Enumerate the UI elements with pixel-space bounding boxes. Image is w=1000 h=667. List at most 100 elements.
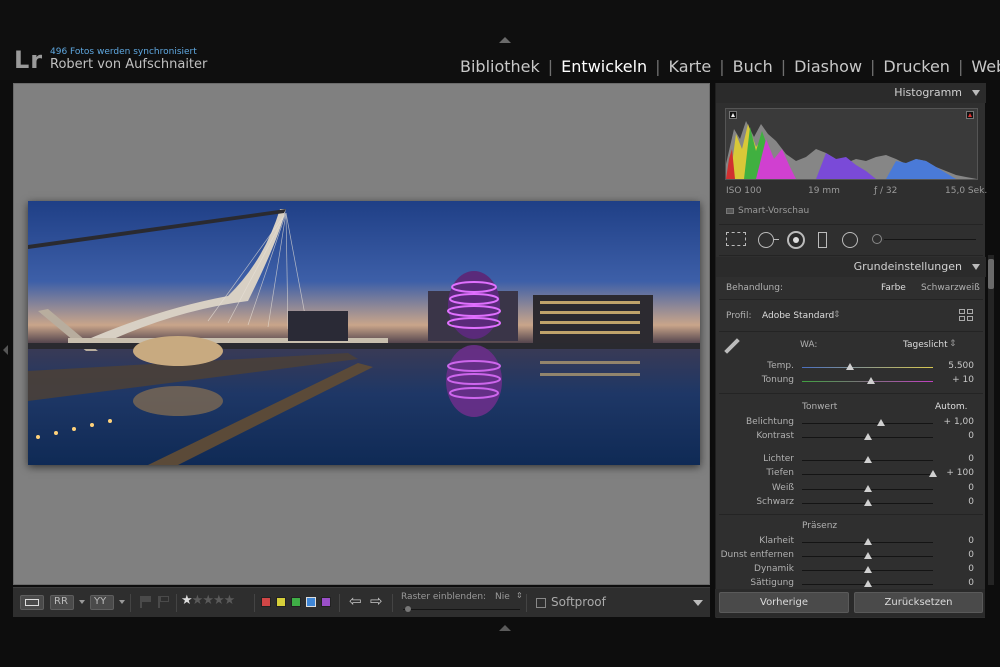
slider-thumb[interactable] xyxy=(863,433,872,440)
module-karte[interactable]: Karte xyxy=(664,57,717,76)
slider-row: Klarheit 0 xyxy=(716,536,986,548)
survey-view-button[interactable]: YY xyxy=(90,595,114,610)
module-entwickeln[interactable]: Entwickeln xyxy=(556,57,652,76)
image-canvas[interactable] xyxy=(13,83,710,585)
graduated-filter-icon[interactable] xyxy=(818,232,827,248)
profile-browser-icon[interactable] xyxy=(959,309,973,321)
slider-value[interactable]: + 10 xyxy=(952,375,974,385)
focal-length: 19 mm xyxy=(808,186,840,196)
slider-value[interactable]: 0 xyxy=(968,536,974,546)
chevron-down-icon[interactable] xyxy=(119,600,125,604)
arrow-left-icon[interactable]: ⇦ xyxy=(349,592,362,610)
histogram-header[interactable]: Histogramm xyxy=(716,83,986,103)
user-name: Robert von Aufschnaiter xyxy=(50,57,208,72)
slider-label: Lichter xyxy=(763,454,794,464)
collapse-triangle-icon[interactable] xyxy=(972,90,980,96)
white-balance-picker-icon[interactable] xyxy=(724,338,740,354)
slider-value[interactable]: 0 xyxy=(968,550,974,560)
slider-thumb[interactable] xyxy=(863,580,872,587)
slider-thumb[interactable] xyxy=(929,470,937,477)
slider-value[interactable]: 5.500 xyxy=(948,361,974,371)
slider-value[interactable]: 0 xyxy=(968,497,974,507)
photo-preview[interactable] xyxy=(28,201,700,465)
arrow-right-icon[interactable]: ⇨ xyxy=(370,592,383,610)
crop-tool-icon[interactable] xyxy=(726,232,746,246)
collapse-triangle-icon[interactable] xyxy=(972,264,980,270)
treatment-color-option[interactable]: Farbe xyxy=(881,283,906,293)
chevron-down-icon[interactable] xyxy=(79,600,85,604)
brush-size-track[interactable] xyxy=(884,239,976,240)
spot-removal-icon[interactable] xyxy=(758,232,774,248)
slider-thumb[interactable] xyxy=(863,456,872,463)
slider-thumb[interactable] xyxy=(863,566,872,573)
slider-thumb[interactable] xyxy=(863,538,872,545)
loupe-view-button[interactable] xyxy=(20,595,44,610)
flag-reject-icon[interactable] xyxy=(158,596,169,608)
auto-tone-button[interactable]: Autom. xyxy=(935,402,968,412)
profile-select[interactable]: Adobe Standard xyxy=(762,311,834,321)
module-separator: | xyxy=(780,56,787,76)
slider-thumb[interactable] xyxy=(863,499,872,506)
module-buch[interactable]: Buch xyxy=(728,57,778,76)
slider-track[interactable] xyxy=(802,423,933,424)
slider-thumb[interactable] xyxy=(846,363,855,370)
toolbar-divider xyxy=(130,594,131,612)
slider-track[interactable] xyxy=(802,474,933,475)
module-bibliothek[interactable]: Bibliothek xyxy=(455,57,545,76)
shadow-clipping-icon[interactable] xyxy=(729,111,737,119)
module-web[interactable]: Web xyxy=(966,57,1000,76)
slider-value[interactable]: + 1,00 xyxy=(944,417,974,427)
adjustment-brush-icon[interactable] xyxy=(872,234,882,244)
star-icon[interactable]: ★ xyxy=(213,593,225,608)
panel-scrollbar[interactable] xyxy=(988,255,994,585)
grid-overlay-select[interactable]: Nie xyxy=(495,592,510,602)
module-diashow[interactable]: Diashow xyxy=(789,57,867,76)
toolbar-options-icon[interactable] xyxy=(693,600,703,606)
before-after-button[interactable]: RR xyxy=(50,595,74,610)
slider-row: Lichter 0 xyxy=(716,454,986,466)
previous-button[interactable]: Vorherige xyxy=(719,592,849,613)
red-eye-icon[interactable] xyxy=(787,231,805,249)
slider-thumb[interactable] xyxy=(863,485,872,492)
collapse-left-panel-icon[interactable] xyxy=(3,345,8,355)
histogram[interactable] xyxy=(725,108,978,180)
radial-filter-icon[interactable] xyxy=(842,232,858,248)
slider-thumb[interactable] xyxy=(867,377,876,384)
module-separator: | xyxy=(719,56,725,76)
module-drucken[interactable]: Drucken xyxy=(878,57,955,76)
grid-opacity-track[interactable] xyxy=(403,609,520,610)
color-label-swatch[interactable] xyxy=(276,597,286,607)
flag-pick-icon[interactable] xyxy=(140,596,151,608)
color-label-swatch[interactable] xyxy=(261,597,271,607)
softproof-checkbox[interactable] xyxy=(536,598,546,608)
basic-header[interactable]: Grundeinstellungen xyxy=(716,257,986,277)
survey-view-icon: YY xyxy=(94,596,107,607)
slider-value[interactable]: 0 xyxy=(968,454,974,464)
slider-thumb[interactable] xyxy=(863,552,872,559)
slider-value[interactable]: 0 xyxy=(968,431,974,441)
wb-select[interactable]: Tageslicht xyxy=(903,340,948,350)
treatment-bw-option[interactable]: Schwarzweiß xyxy=(921,283,980,293)
color-label-swatch[interactable] xyxy=(321,597,331,607)
grid-opacity-thumb[interactable] xyxy=(405,606,411,612)
star-rating[interactable]: ★★★★★ xyxy=(181,593,236,608)
slider-track[interactable] xyxy=(802,367,933,368)
color-label-swatch[interactable] xyxy=(306,597,316,607)
reset-button[interactable]: Zurücksetzen xyxy=(854,592,983,613)
slider-value[interactable]: 0 xyxy=(968,483,974,493)
slider-value[interactable]: 0 xyxy=(968,564,974,574)
highlight-clipping-icon[interactable] xyxy=(966,111,974,119)
star-icon[interactable]: ★ xyxy=(202,593,214,608)
slider-thumb[interactable] xyxy=(876,419,885,426)
expand-filmstrip-icon[interactable] xyxy=(499,625,511,631)
sync-status[interactable]: 496 Fotos werden synchronisiert xyxy=(50,47,197,57)
color-label-swatch[interactable] xyxy=(291,597,301,607)
panel-scroll-thumb[interactable] xyxy=(988,259,994,289)
star-icon[interactable]: ★ xyxy=(181,593,193,608)
module-separator: | xyxy=(655,56,661,76)
star-icon[interactable]: ★ xyxy=(192,593,204,608)
slider-value[interactable]: + 100 xyxy=(946,468,974,478)
star-icon[interactable]: ★ xyxy=(224,593,236,608)
slider-value[interactable]: 0 xyxy=(968,578,974,588)
collapse-top-panel-icon[interactable] xyxy=(499,37,511,43)
